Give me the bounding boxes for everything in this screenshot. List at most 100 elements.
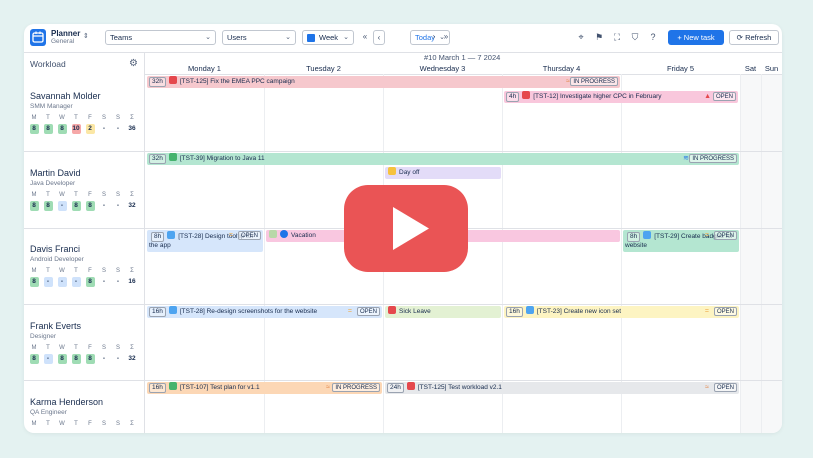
day-hours: 8 xyxy=(71,201,81,211)
day-hours: - xyxy=(102,202,106,209)
next-icon[interactable]: › xyxy=(428,30,440,45)
task-bar[interactable]: 32h [TST-39] Migration to Java 11 ≋ IN PR… xyxy=(147,153,739,165)
status-badge: IN PROGRESS xyxy=(689,154,737,163)
weekday-letter: W xyxy=(59,115,65,121)
focus-icon[interactable]: ⌖ xyxy=(575,31,587,43)
updown-chevron-icon[interactable]: ⇕ xyxy=(83,32,89,40)
person-name[interactable]: Davis Franci xyxy=(30,244,80,254)
row-divider xyxy=(24,151,782,152)
status-badge: IN PROGRESS xyxy=(332,383,380,392)
day-hours: 8 xyxy=(29,201,39,211)
weekday-letter: T xyxy=(74,115,78,121)
day-hours: 2 xyxy=(85,124,95,134)
teams-select[interactable]: Teams ⌄ xyxy=(105,30,216,45)
task-bar[interactable]: Sick Leave xyxy=(385,306,501,318)
priority-icon: ≈ xyxy=(705,384,709,391)
weekday-letter: Σ xyxy=(130,192,134,198)
estimate-badge: 8h xyxy=(151,232,165,242)
task-bar[interactable]: 4h [TST-12] Investigate higher CPC in Feb… xyxy=(504,91,738,103)
people-column xyxy=(24,53,145,433)
priority-icon: = xyxy=(704,308,709,315)
weekday-letter: F xyxy=(88,268,92,274)
estimate-badge: 16h xyxy=(506,307,523,317)
weekday-letter: S xyxy=(101,345,106,351)
users-select-value: Users xyxy=(227,33,247,42)
weekday-letter: F xyxy=(88,345,92,351)
day-hours: - xyxy=(116,202,120,209)
day-header: Thursday 4 xyxy=(542,64,581,73)
view-select[interactable]: Week ⌄ xyxy=(302,30,354,45)
estimate-badge: 32h xyxy=(149,154,166,164)
person-name[interactable]: Martin David xyxy=(30,168,81,178)
new-task-button[interactable]: + New task xyxy=(668,30,724,45)
previous-icon[interactable]: ‹ xyxy=(373,30,385,45)
help-icon[interactable]: ? xyxy=(647,31,659,43)
day-header: Friday 5 xyxy=(666,64,695,73)
person-name[interactable]: Karma Henderson xyxy=(30,397,103,407)
person-name[interactable]: Frank Everts xyxy=(30,321,81,331)
weekday-letter: F xyxy=(88,192,92,198)
teams-select-value: Teams xyxy=(110,33,133,42)
task-bar[interactable]: 16h [TST-23] Create new icon set = OPEN xyxy=(504,306,739,318)
flag-icon[interactable]: ⚑ xyxy=(593,31,605,43)
estimate-badge: 8h xyxy=(627,232,641,242)
refresh-button[interactable]: ⟳ Refresh xyxy=(729,30,779,45)
task-type-icon xyxy=(167,231,176,239)
fullscreen-icon[interactable]: ⛶ xyxy=(611,31,623,43)
day-hours: - xyxy=(71,277,81,287)
chevron-down-icon: ⌄ xyxy=(343,34,349,41)
day-off-icon xyxy=(388,167,396,175)
day-hours: 8 xyxy=(85,354,95,364)
gear-icon[interactable]: ⚙ xyxy=(129,58,138,69)
day-hours: - xyxy=(116,278,120,285)
task-bar[interactable]: Day off xyxy=(385,167,501,179)
filter-icon[interactable]: ⛉ xyxy=(629,31,641,43)
estimate-badge: 24h xyxy=(387,383,404,393)
priority-icon: ≋ xyxy=(683,155,689,162)
weekday-letter: S xyxy=(115,115,120,121)
weekday-letter: M xyxy=(31,421,37,427)
day-hours: - xyxy=(102,125,106,132)
day-hours: 8 xyxy=(29,354,39,364)
weekday-letter: T xyxy=(46,345,50,351)
check-icon xyxy=(280,230,288,238)
weekday-letter: S xyxy=(101,192,106,198)
play-icon xyxy=(393,207,429,250)
users-select[interactable]: Users ⌄ xyxy=(222,30,296,45)
task-type-icon xyxy=(643,231,652,239)
day-hours: - xyxy=(57,277,67,287)
task-title: [TST-125] Test workload v2.1 xyxy=(417,384,502,391)
row-divider xyxy=(24,304,782,305)
task-bar[interactable]: 16h [TST-28] Re-design screenshots for th… xyxy=(147,306,382,318)
last-page-icon[interactable]: » xyxy=(440,30,452,45)
task-bar[interactable]: 8h [TST-28] Design tooltip for the app = … xyxy=(147,230,263,252)
weekday-letter: F xyxy=(88,421,92,427)
person-name[interactable]: Savannah Molder xyxy=(30,91,101,101)
day-header: Monday 1 xyxy=(188,64,221,73)
task-bar[interactable]: 8h [TST-29] Create badges for website = O… xyxy=(623,230,739,252)
weekday-letter: S xyxy=(115,192,120,198)
calendar-icon[interactable] xyxy=(30,29,46,46)
task-bar[interactable]: 24h [TST-125] Test workload v2.1 ≈ OPEN xyxy=(385,382,739,394)
vacation-icon xyxy=(269,230,277,238)
weekday-letter: S xyxy=(101,115,106,121)
weekday-letter: S xyxy=(115,345,120,351)
weekday-letter: W xyxy=(59,421,65,427)
task-title: [TST-23] Create new icon set xyxy=(536,308,622,315)
status-badge: OPEN xyxy=(713,231,737,240)
weekday-letter: T xyxy=(46,421,50,427)
week-total: 16 xyxy=(128,278,136,285)
task-bar[interactable]: 16h [TST-107] Test plan for v1.1 ≈ IN PRO… xyxy=(147,382,382,394)
status-badge: OPEN xyxy=(712,92,736,101)
estimate-badge: 4h xyxy=(506,92,520,102)
chevron-down-icon: ⌄ xyxy=(285,34,291,41)
weekday-letter: T xyxy=(74,268,78,274)
status-badge: OPEN xyxy=(713,307,737,316)
day-hours: - xyxy=(102,278,106,285)
weekday-letter: W xyxy=(59,345,65,351)
week-total: 32 xyxy=(128,355,136,362)
play-video-button[interactable] xyxy=(344,185,468,272)
first-page-icon[interactable]: « xyxy=(359,30,371,45)
task-bar[interactable]: 32h [TST-125] Fix the EMEA PPC campaign ≈… xyxy=(147,76,620,88)
task-title: [TST-39] Migration to Java 11 xyxy=(179,155,265,162)
